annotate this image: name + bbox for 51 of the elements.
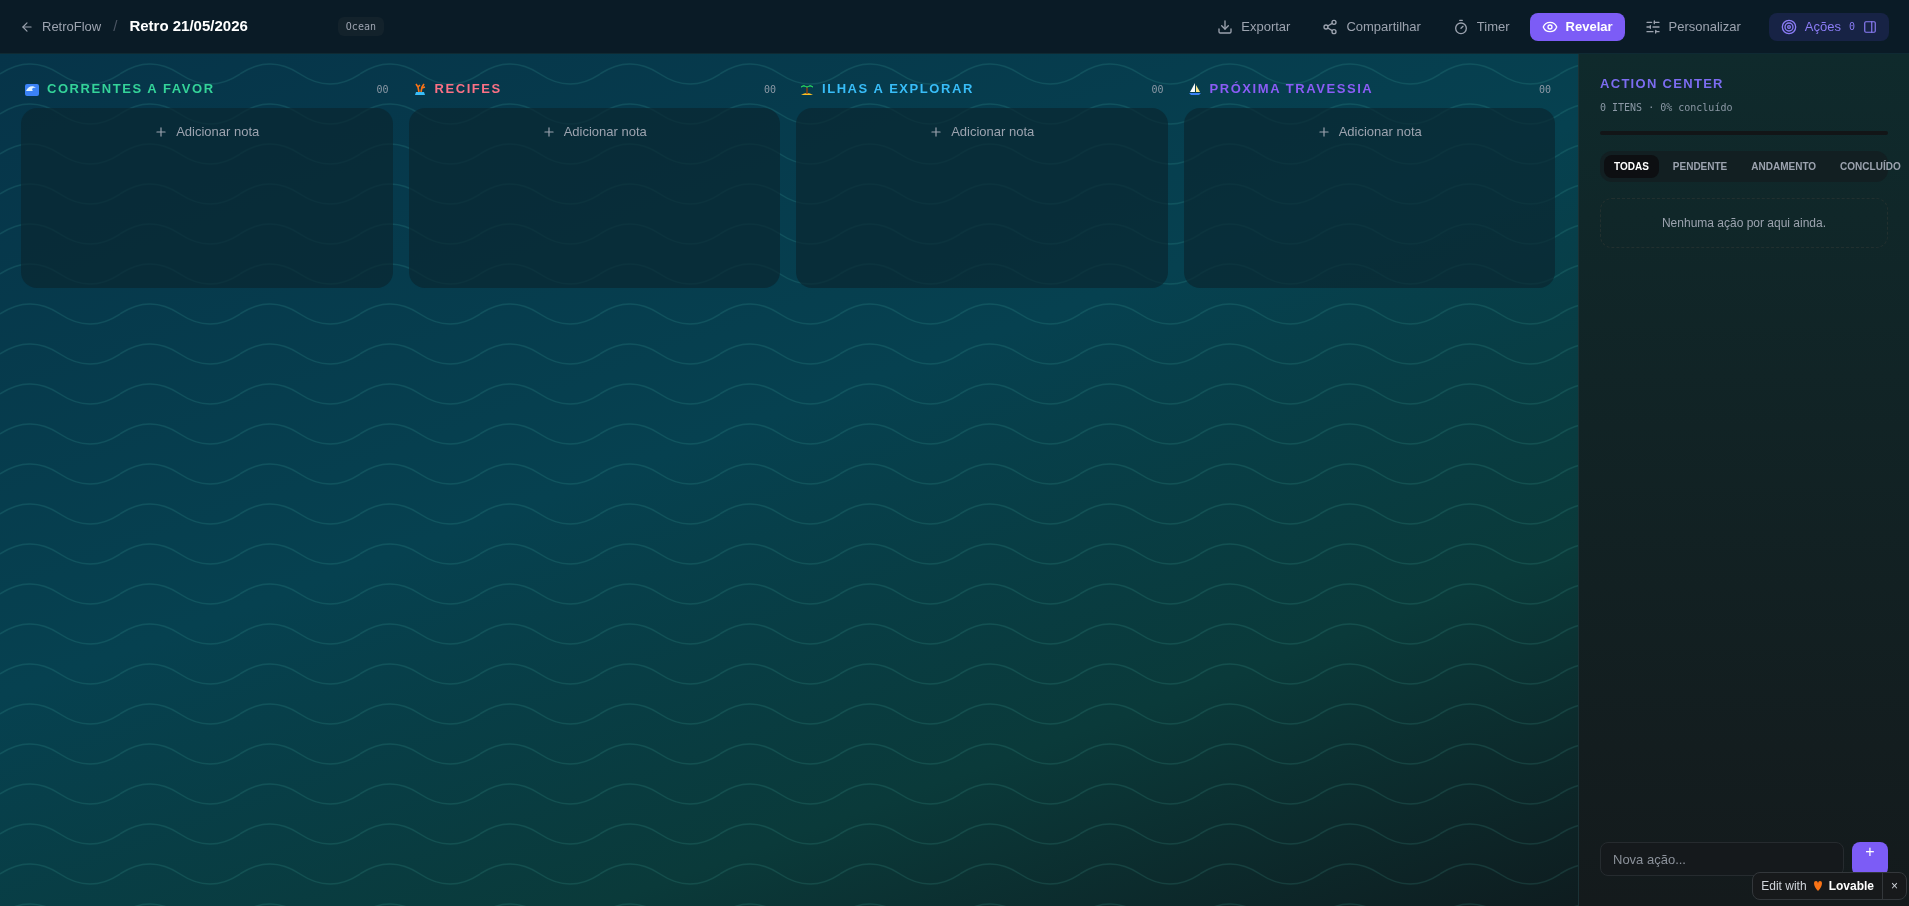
- primary-action-button[interactable]: Revelar: [1529, 12, 1625, 41]
- target-icon: [1780, 18, 1797, 35]
- close-button[interactable]: ×: [1882, 873, 1906, 899]
- column-title: PRÓXIMA TRAVESSIA: [1209, 80, 1374, 99]
- note-count: 00: [376, 82, 389, 97]
- toolbar-button[interactable]: Compartilhar: [1310, 12, 1433, 41]
- note-count: 00: [1151, 82, 1164, 97]
- add-note-button[interactable]: Adicionar nota: [33, 120, 381, 144]
- actions-toggle[interactable]: Ações 0: [1768, 12, 1889, 41]
- filter-tab[interactable]: TODAS: [1604, 154, 1659, 178]
- note-count: 00: [763, 82, 776, 97]
- add-note-button[interactable]: Adicionar nota: [808, 120, 1156, 144]
- column-title: RECIFES: [434, 80, 502, 99]
- filter-tab[interactable]: ANDAMENTO: [1741, 154, 1827, 178]
- theme-badge: Ocean: [337, 17, 384, 36]
- toolbar-button[interactable]: Personalizar: [1632, 12, 1753, 41]
- share-icon: [1322, 18, 1339, 35]
- edit-with-label: Edit with: [1761, 878, 1807, 895]
- heart-logo-icon: [1812, 881, 1823, 891]
- brand-name: Lovable: [1828, 878, 1874, 895]
- filter-tab[interactable]: CONCLUÍDO: [1830, 154, 1909, 178]
- edit-with-link[interactable]: Edit with Lovable: [1753, 873, 1882, 899]
- progress-summary: 0 ITENS · 0% concluído: [1600, 100, 1734, 115]
- plus-icon: [154, 125, 169, 139]
- column-title: ILHAS A EXPLORAR: [822, 80, 974, 99]
- plus-icon: [541, 125, 556, 139]
- filter-tab[interactable]: PENDENTE: [1662, 154, 1738, 178]
- actions-label: Ações: [1804, 17, 1841, 36]
- column-title: CORRENTES A FAVOR: [47, 80, 215, 99]
- stopwatch-icon: [1452, 18, 1469, 35]
- toolbar-button[interactable]: Timer: [1440, 12, 1522, 41]
- panel-icon: [1863, 19, 1877, 34]
- back-link[interactable]: RetroFlow: [20, 16, 102, 37]
- empty-message: Nenhuma ação por aqui ainda.: [1661, 214, 1827, 232]
- toolbar-button[interactable]: Exportar: [1205, 12, 1303, 41]
- palm-island-icon: [800, 82, 814, 96]
- add-note-button[interactable]: Adicionar nota: [1195, 120, 1543, 144]
- wave-icon: [25, 82, 39, 96]
- sliders-icon: [1644, 18, 1661, 35]
- download-icon: [1217, 18, 1234, 35]
- breadcrumb-separator: /: [113, 16, 118, 37]
- new-action-field[interactable]: Nova ação...: [1600, 842, 1844, 876]
- add-note-button[interactable]: Adicionar nota: [420, 120, 768, 144]
- plus-icon: [1316, 125, 1331, 139]
- plus-icon: [929, 125, 944, 139]
- actions-count: 0: [1848, 20, 1855, 34]
- sailboat-icon: [1187, 82, 1202, 96]
- coral-icon: [412, 82, 427, 96]
- panel-title: ACTION CENTER: [1600, 75, 1725, 93]
- note-count: 00: [1538, 82, 1551, 97]
- board-title: Retro 21/05/2026: [129, 16, 248, 37]
